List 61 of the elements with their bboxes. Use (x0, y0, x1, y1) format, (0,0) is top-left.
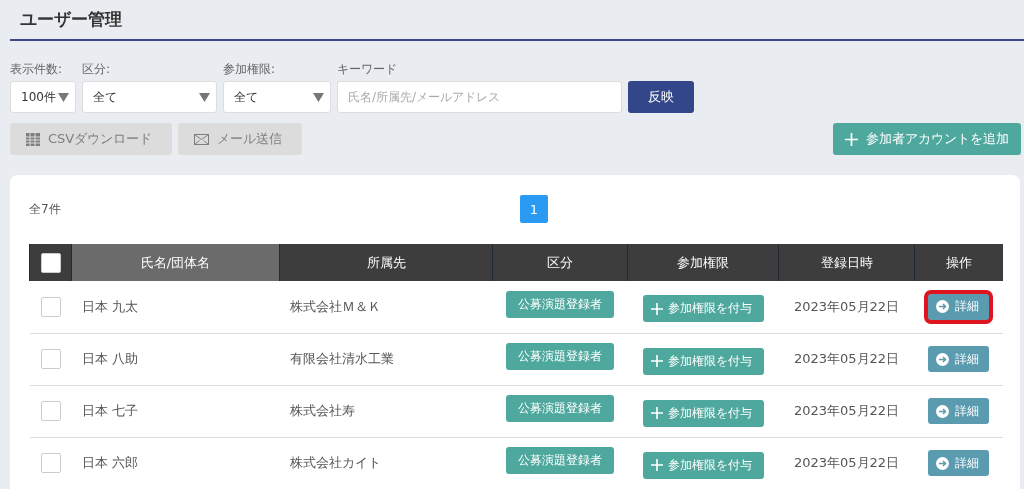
arrow-circle-icon (936, 300, 949, 314)
category-tag: 公募演題登録者 (506, 447, 614, 474)
total-count: 全7件 (29, 200, 61, 218)
table-icon (26, 132, 40, 146)
column-header[interactable]: 区分 (492, 244, 628, 281)
affiliation-cell: 株式会社カイト (279, 437, 493, 489)
select-field[interactable]: 全て (223, 81, 331, 113)
select-field[interactable]: 全て (82, 81, 217, 113)
grant-permission-button[interactable]: 参加権限を付与 (642, 451, 764, 479)
arrow-circle-icon (936, 404, 949, 418)
column-header[interactable]: 所属先 (279, 244, 493, 281)
detail-button[interactable]: 詳細 (928, 398, 989, 424)
plus-icon (650, 459, 663, 471)
category-tag: 公募演題登録者 (506, 395, 614, 422)
apply-button[interactable]: 反映 (628, 81, 694, 113)
filter-label: 表示件数: (10, 61, 64, 78)
page-title: ユーザー管理 (20, 8, 123, 31)
envelope-icon (194, 133, 210, 145)
name-cell: 日本 六郎 (71, 437, 280, 489)
grant-permission-button[interactable]: 参加権限を付与 (642, 399, 764, 427)
caret-icon (58, 92, 69, 102)
arrow-circle-icon (936, 352, 949, 366)
plus-icon (845, 132, 858, 146)
page-button[interactable]: 1 (520, 195, 548, 223)
add-account-button[interactable]: 参加者アカウントを追加 (833, 123, 1021, 155)
filter-label: 区分: (82, 61, 112, 78)
column-header[interactable]: 参加権限 (627, 244, 779, 281)
affiliation-cell: 株式会社寿 (279, 385, 493, 437)
affiliation-cell: 有限会社清水工業 (279, 333, 493, 385)
category-tag: 公募演題登録者 (506, 343, 614, 370)
select-all-checkbox[interactable] (40, 252, 61, 273)
arrow-circle-icon (936, 456, 949, 470)
plus-icon (650, 302, 663, 315)
name-cell: 日本 七子 (71, 385, 280, 437)
keyword-field[interactable]: 氏名/所属先/メールアドレス (337, 81, 622, 113)
date-cell: 2023年05月22日 (778, 437, 915, 489)
detail-button[interactable]: 詳細 (928, 450, 989, 476)
date-cell: 2023年05月22日 (778, 385, 915, 437)
caret-icon (313, 92, 324, 102)
name-cell: 日本 八助 (71, 333, 280, 385)
category-tag: 公募演題登録者 (506, 290, 614, 318)
row-checkbox[interactable] (40, 401, 61, 421)
row-checkbox[interactable] (40, 453, 61, 473)
column-header[interactable]: 操作 (914, 244, 1003, 281)
caret-icon (199, 92, 210, 102)
column-header[interactable]: 氏名/団体名 (71, 244, 280, 281)
filter-label: キーワード (337, 61, 398, 78)
date-cell: 2023年05月22日 (778, 333, 915, 385)
row-checkbox[interactable] (40, 296, 61, 317)
column-header[interactable]: 登録日時 (778, 244, 915, 281)
name-cell: 日本 九太 (71, 281, 280, 333)
filter-label: 参加権限: (223, 61, 277, 78)
date-cell: 2023年05月22日 (778, 281, 915, 333)
affiliation-cell: 株式会社Ｍ＆Ｋ (279, 281, 493, 333)
plus-icon (650, 355, 663, 367)
plus-icon (650, 407, 663, 419)
grant-permission-button[interactable]: 参加権限を付与 (642, 295, 764, 323)
detail-button[interactable]: 詳細 (928, 346, 989, 372)
row-checkbox[interactable] (40, 349, 61, 369)
grant-permission-button[interactable]: 参加権限を付与 (642, 347, 764, 375)
select-field[interactable]: 100件 (10, 81, 76, 113)
